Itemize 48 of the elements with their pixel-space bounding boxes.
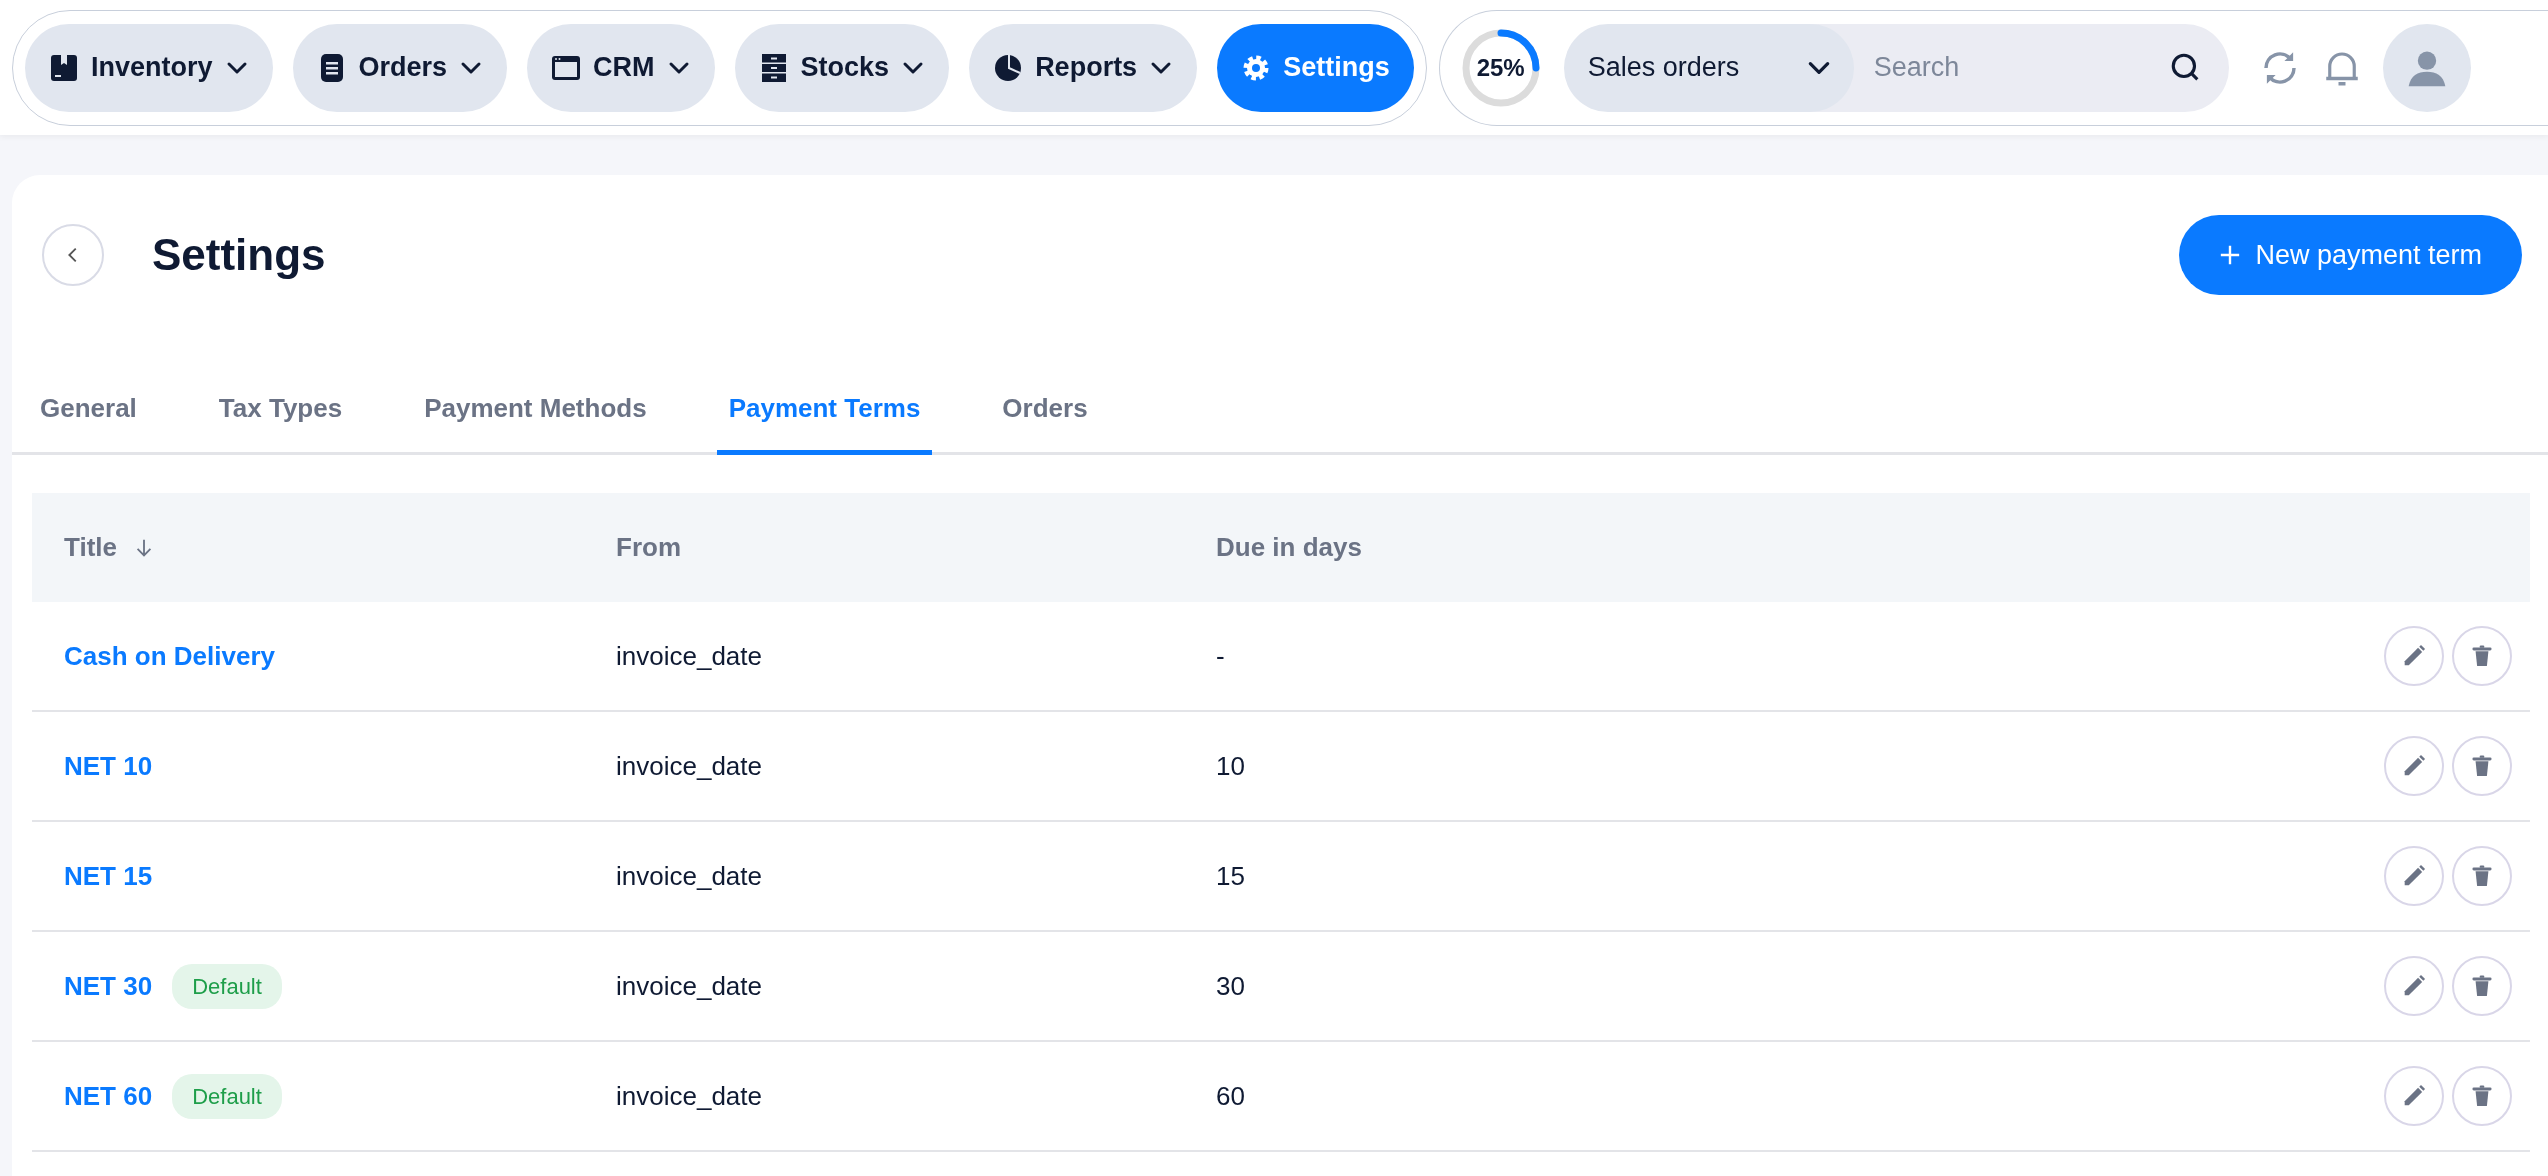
table-cell-text: - xyxy=(1216,639,1225,673)
nav-menu-button[interactable]: Settings xyxy=(1217,23,1414,112)
new-payment-term-button[interactable]: New payment term xyxy=(2179,215,2522,295)
nav-menu-button[interactable]: Reports xyxy=(969,23,1198,112)
table-cell: invoice_date xyxy=(616,1080,762,1111)
payment-term-link[interactable]: NET 10 xyxy=(64,746,153,786)
delete-button[interactable] xyxy=(2452,1066,2512,1126)
tab[interactable]: Payment Methods xyxy=(412,389,659,455)
table-cell-text: 60 xyxy=(1216,1079,1245,1113)
progress-label: 25% xyxy=(1476,52,1525,83)
edit-button[interactable] xyxy=(2384,1066,2444,1126)
default-badge: Default xyxy=(172,1073,282,1119)
nav-menu-button[interactable]: CRM xyxy=(527,23,715,112)
payment-term-link[interactable]: NET 60 xyxy=(64,1076,153,1116)
column-header[interactable]: Title xyxy=(64,528,155,567)
delete-button[interactable] xyxy=(2452,736,2512,796)
delete-button[interactable] xyxy=(2452,956,2512,1016)
table-cell: invoice_date xyxy=(616,860,762,891)
tab[interactable]: Payment Terms xyxy=(716,389,933,455)
table-cell: invoice_date xyxy=(616,970,762,1001)
plus-icon xyxy=(2219,244,2242,266)
edit-button[interactable] xyxy=(2384,626,2444,686)
table-cell: invoice_date xyxy=(616,640,762,671)
edit-button[interactable] xyxy=(2384,846,2444,906)
tab[interactable]: Tax Types xyxy=(206,389,355,455)
page-title: Settings xyxy=(152,228,326,281)
pie-chart-icon xyxy=(993,52,1024,83)
default-badge: Default xyxy=(172,963,282,1009)
nav-menu-button[interactable]: Orders xyxy=(292,23,508,112)
table-cell-text: 30 xyxy=(1216,969,1245,1003)
column-header[interactable]: From xyxy=(616,528,681,567)
delete-button[interactable] xyxy=(2452,846,2512,906)
tab[interactable]: Orders xyxy=(990,389,1100,455)
edit-button[interactable] xyxy=(2384,956,2444,1016)
box-icon xyxy=(49,52,79,83)
edit-button[interactable] xyxy=(2384,736,2444,796)
table-cell-text: 10 xyxy=(1216,749,1245,783)
payment-term-link[interactable]: NET 15 xyxy=(64,856,153,896)
tab[interactable]: General xyxy=(28,389,149,455)
table-cell-text: 15 xyxy=(1216,859,1245,893)
nav-menu-button[interactable]: Inventory xyxy=(25,23,273,112)
payment-term-link[interactable]: Cash on Delivery xyxy=(64,636,275,676)
delete-button[interactable] xyxy=(2452,626,2512,686)
payment-term-link[interactable]: NET 30 xyxy=(64,966,153,1006)
nav-menu-button[interactable]: Stocks xyxy=(734,23,950,112)
table-cell: invoice_date xyxy=(616,750,762,781)
scope-dropdown[interactable]: Sales orders xyxy=(1563,23,1854,112)
column-header[interactable]: Due in days xyxy=(1216,528,1362,567)
